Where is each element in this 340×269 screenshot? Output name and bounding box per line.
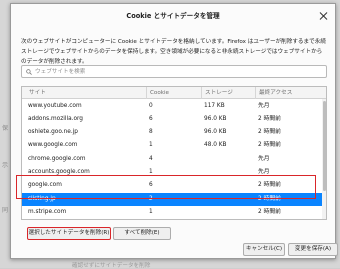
cell-cookies: 1 [149,208,153,215]
cell-last: 先月 [258,169,270,175]
cell-site: oshiete.goo.ne.jp [28,129,78,136]
cell-cookies: 6 [149,115,153,122]
background-text-fragment: 同 [2,207,9,214]
column-header-last-access[interactable]: 最終アクセス [255,87,321,99]
remove-selected-button[interactable]: 選択したサイトデータを削除(R) [27,227,111,240]
dialog-title: Cookie とサイトデータを管理 [126,12,220,20]
table-row[interactable]: slisting.jp 2 2 時間前 [22,192,326,206]
table-row[interactable]: doubleclick.net 1 2 時間前 [22,219,326,220]
search-input[interactable]: ウェブサイトを検索 [21,65,327,78]
background-text-fragment: 保 [2,125,9,132]
cell-site: www.google.com [28,142,78,149]
manage-cookies-dialog: Cookie とサイトデータを管理 次のウェブサイトがコンピューターに Cook… [10,3,338,259]
table-header: サイト Cookie ストレージ 最終アクセス [22,87,326,99]
cell-cookies: 8 [149,129,153,136]
cell-cookies: 1 [149,142,153,149]
table-row[interactable]: oshiete.goo.ne.jp 8 96.0 KB 2 時間前 [22,126,326,139]
cell-site: m.stripe.com [28,208,67,215]
cell-storage: 117 KB [204,102,225,109]
cell-cookies: 4 [149,155,153,162]
table-row[interactable]: www.google.com 1 48.0 KB 2 時間前 [22,139,326,152]
cell-site: chrome.google.com [28,155,86,162]
cell-storage: 48.0 KB [204,142,227,149]
scrollbar[interactable] [322,99,326,219]
cell-last: 2 時間前 [258,115,281,122]
cell-last: 2 時間前 [258,182,281,189]
cell-last: 2 時間前 [258,208,281,215]
cell-storage: 96.0 KB [204,115,227,122]
column-header-storage[interactable]: ストレージ [201,87,255,99]
cell-last: 2 時間前 [258,219,320,220]
cell-last: 先月 [258,155,270,162]
cell-cookies: 1 [149,169,153,175]
save-changes-button[interactable]: 変更を保存(A) [288,243,338,256]
cell-storage: 96.0 KB [204,129,227,136]
column-header-cookie[interactable]: Cookie [146,87,200,99]
cell-site: www.youtube.com [28,102,82,109]
cell-cookies: 1 [149,219,199,220]
search-icon [26,69,32,75]
table-row[interactable]: www.youtube.com 0 117 KB 先月 [22,100,326,113]
cell-site: google.com [28,182,62,189]
table-row[interactable]: chrome.google.com 4 先月 [22,153,326,166]
table-row[interactable]: addons.mozilla.org 6 96.0 KB 2 時間前 [22,113,326,126]
cell-site: doubleclick.net [28,219,144,220]
cell-cookies: 0 [149,102,153,109]
cell-cookies: 6 [149,182,153,189]
cell-last: 先月 [258,102,270,109]
cancel-button[interactable]: キャンセル(C) [243,243,285,256]
cell-site: addons.mozilla.org [28,115,83,122]
cell-cookies: 2 [149,195,153,202]
table-row[interactable]: accounts.google.com 1 先月 [22,166,326,179]
search-placeholder: ウェブサイトを検索 [35,69,86,75]
site-data-table: サイト Cookie ストレージ 最終アクセス www.youtube.com 0… [21,86,327,220]
cell-last: 2 時間前 [258,129,281,136]
cell-last: 2 時間前 [258,142,281,149]
background-text-fragment: 示 [2,162,9,169]
table-row[interactable]: google.com 6 2 時間前 [22,179,326,192]
scrollbar-thumb[interactable] [322,101,326,191]
close-icon[interactable] [320,12,328,20]
remove-all-button[interactable]: すべて削除(E) [113,227,171,240]
cell-last: 2 時間前 [258,195,281,202]
cell-site: slisting.jp [28,195,56,202]
table-row[interactable]: m.stripe.com 1 2 時間前 [22,206,326,219]
dialog-description: 次のウェブサイトがコンピューターに Cookie とサイトデータを格納しています… [21,39,326,65]
column-header-site[interactable]: サイト [26,87,144,99]
cell-site: accounts.google.com [28,169,90,175]
